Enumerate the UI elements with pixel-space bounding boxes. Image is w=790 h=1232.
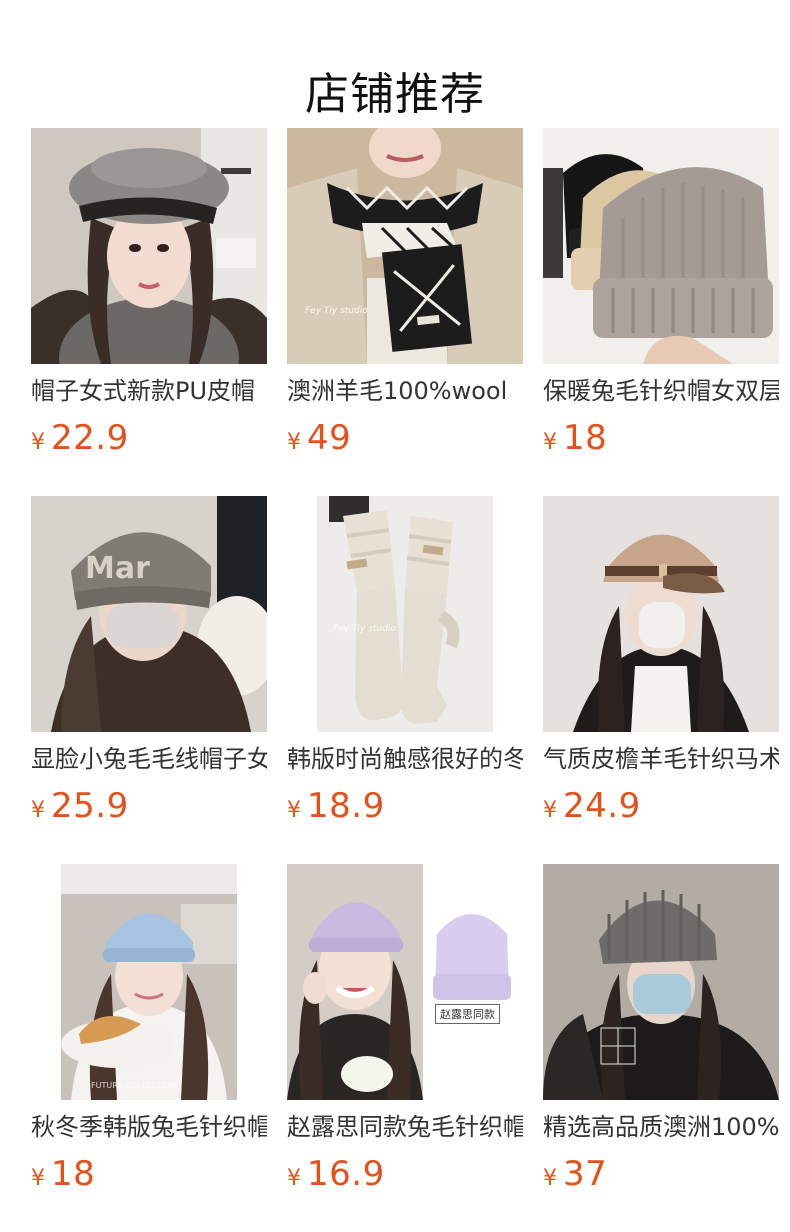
svg-text:Mar: Mar — [85, 551, 150, 586]
product-image[interactable]: Mar — [31, 496, 267, 732]
currency-symbol: ¥ — [31, 1166, 45, 1191]
product-title[interactable]: 显脸小兔毛毛线帽子女 — [31, 744, 267, 774]
product-price: ¥16.9 — [287, 1154, 385, 1194]
product-price: ¥18 — [543, 418, 607, 458]
price-amount: 24.9 — [563, 786, 641, 826]
store-recommendation-page: 店铺推荐 帽子女式新款PU皮帽 ¥ 22.9 Fey Tiy studio 澳洲… — [0, 0, 790, 1232]
currency-symbol: ¥ — [543, 1166, 557, 1191]
product-price: ¥18 — [31, 1154, 95, 1194]
product-title[interactable]: 韩版时尚触感很好的冬 — [287, 744, 523, 774]
product-title[interactable]: 精选高品质澳洲100%羊 — [543, 1112, 779, 1142]
product-card[interactable]: 精选高品质澳洲100%羊 ¥37 — [543, 864, 779, 1194]
product-price: ¥49 — [287, 418, 351, 458]
product-grid: 帽子女式新款PU皮帽 ¥22.9 Fey Tiy studio 澳洲羊毛100%… — [31, 128, 790, 1194]
svg-text:FUTURE COLLECTION: FUTURE COLLECTION — [91, 1081, 176, 1090]
product-card[interactable]: Fey Tiy studio 韩版时尚触感很好的冬 ¥18.9 — [287, 496, 523, 826]
price-amount: 49 — [307, 418, 352, 458]
product-title[interactable]: 帽子女式新款PU皮帽 — [31, 376, 267, 406]
product-image[interactable]: FUTURE COLLECTION — [31, 864, 267, 1100]
product-image[interactable]: Fey Tiy studio — [287, 128, 523, 364]
product-image[interactable]: 赵露思同款 — [287, 864, 523, 1100]
price-amount: 25.9 — [51, 786, 129, 826]
product-card[interactable]: 保暖兔毛针织帽女双层 ¥18 — [543, 128, 779, 458]
product-title[interactable]: 秋冬季韩版兔毛针织帽 — [31, 1112, 267, 1142]
product-title[interactable]: 澳洲羊毛100%wool — [287, 376, 523, 406]
product-image[interactable] — [31, 128, 267, 364]
price-amount: 37 — [563, 1154, 608, 1194]
product-title[interactable]: 气质皮檐羊毛针织马术 — [543, 744, 779, 774]
product-image[interactable] — [543, 128, 779, 364]
currency-symbol: ¥ — [287, 1166, 301, 1191]
product-card[interactable]: FUTURE COLLECTION 秋冬季韩版兔毛针织帽 ¥18 — [31, 864, 267, 1194]
product-card[interactable]: Mar 显脸小兔毛毛线帽子女 ¥25.9 — [31, 496, 267, 826]
currency-symbol: ¥ — [31, 430, 45, 455]
product-card[interactable]: Fey Tiy studio 澳洲羊毛100%wool ¥49 — [287, 128, 523, 458]
product-title[interactable]: 赵露思同款兔毛针织帽 — [287, 1112, 523, 1142]
product-price: ¥25.9 — [31, 786, 129, 826]
celebrity-style-tag: 赵露思同款 — [435, 1004, 500, 1024]
product-card[interactable]: 赵露思同款 赵露思同款兔毛针织帽 ¥16.9 — [287, 864, 523, 1194]
product-price: ¥22.9 — [31, 418, 129, 458]
product-card[interactable]: 帽子女式新款PU皮帽 ¥22.9 — [31, 128, 267, 458]
image-watermark: Fey Tiy studio — [305, 306, 368, 316]
price-amount: 18 — [563, 418, 608, 458]
currency-symbol: ¥ — [287, 798, 301, 823]
product-title[interactable]: 保暖兔毛针织帽女双层 — [543, 376, 779, 406]
price-amount: 18 — [51, 1154, 96, 1194]
price-amount: 18.9 — [307, 786, 385, 826]
currency-symbol: ¥ — [287, 430, 301, 455]
product-price: ¥24.9 — [543, 786, 641, 826]
currency-symbol: ¥ — [31, 798, 45, 823]
section-title: 店铺推荐 — [305, 69, 485, 121]
image-watermark: Fey Tiy studio — [333, 624, 396, 634]
product-image[interactable] — [543, 864, 779, 1100]
product-price: ¥18.9 — [287, 786, 385, 826]
price-amount: 16.9 — [307, 1154, 385, 1194]
product-price: ¥37 — [543, 1154, 607, 1194]
product-card[interactable]: 气质皮檐羊毛针织马术 ¥24.9 — [543, 496, 779, 826]
currency-symbol: ¥ — [543, 798, 557, 823]
price-amount: 22.9 — [51, 418, 129, 458]
product-image[interactable]: Fey Tiy studio — [287, 496, 523, 732]
currency-symbol: ¥ — [543, 430, 557, 455]
product-image[interactable] — [543, 496, 779, 732]
